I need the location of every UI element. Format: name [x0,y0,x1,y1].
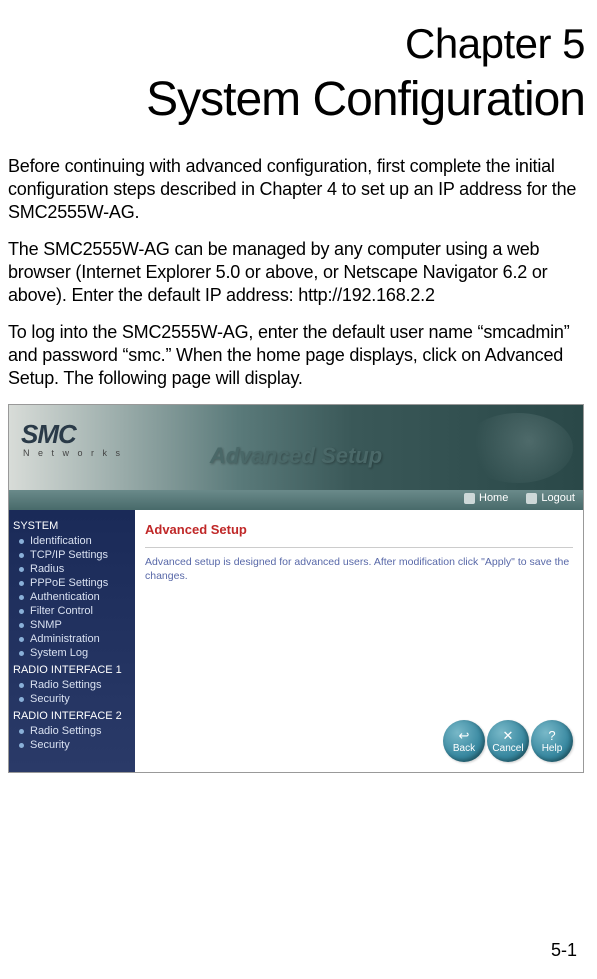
sidebar-item-label: Radio Settings [30,679,102,691]
smc-logo: SMC N e t w o r k s [21,419,123,458]
sidebar-item-ri2-security[interactable]: Security [9,738,135,752]
cancel-button[interactable]: ✕ Cancel [487,720,529,762]
sidebar-item-filter[interactable]: Filter Control [9,604,135,618]
sidebar-item-admin[interactable]: Administration [9,632,135,646]
back-button[interactable]: ↩ Back [443,720,485,762]
cancel-label: Cancel [492,743,523,754]
sidebar-item-label: Radio Settings [30,725,102,737]
ui-header: SMC N e t w o r k s Advanced Setup [9,405,583,490]
bullet-icon [19,595,24,600]
content-description: Advanced setup is designed for advanced … [145,556,573,583]
content-title: Advanced Setup [145,522,573,537]
sidebar-item-syslog[interactable]: System Log [9,646,135,660]
home-button[interactable]: Home [464,492,508,504]
sidebar-item-label: Security [30,739,70,751]
sidebar-item-ri2-radio[interactable]: Radio Settings [9,724,135,738]
header-title: Advanced Setup [210,443,382,469]
bullet-icon [19,697,24,702]
sidebar-item-pppoe[interactable]: PPPoE Settings [9,576,135,590]
sidebar-item-label: SNMP [30,619,62,631]
help-icon: ? [548,729,555,742]
sidebar: SYSTEM Identification TCP/IP Settings Ra… [9,510,135,772]
bullet-icon [19,609,24,614]
sidebar-item-label: PPPoE Settings [30,577,108,589]
bullet-icon [19,581,24,586]
sidebar-item-label: Authentication [30,591,100,603]
logout-icon [526,493,537,504]
sidebar-item-label: Identification [30,535,92,547]
sidebar-item-label: Administration [30,633,100,645]
action-buttons: ↩ Back ✕ Cancel ? Help [443,720,573,762]
globe-decoration [463,413,573,483]
chapter-label: Chapter 5 [8,20,585,68]
content-divider [145,547,573,548]
sidebar-item-label: TCP/IP Settings [30,549,108,561]
bullet-icon [19,651,24,656]
home-icon [464,493,475,504]
router-screenshot: SMC N e t w o r k s Advanced Setup Home … [8,404,584,773]
sidebar-item-label: Security [30,693,70,705]
logout-label: Logout [541,492,575,504]
back-label: Back [453,743,475,754]
back-icon: ↩ [459,729,470,742]
sidebar-item-label: Filter Control [30,605,93,617]
sidebar-head-ri1: RADIO INTERFACE 1 [9,660,135,678]
sidebar-item-tcpip[interactable]: TCP/IP Settings [9,548,135,562]
bullet-icon [19,683,24,688]
chapter-title: System Configuration [8,72,585,127]
sidebar-item-label: System Log [30,647,88,659]
intro-paragraph-2: The SMC2555W-AG can be managed by any co… [8,238,585,307]
sidebar-item-ri1-radio[interactable]: Radio Settings [9,678,135,692]
logout-button[interactable]: Logout [526,492,575,504]
cancel-icon: ✕ [503,729,514,742]
bullet-icon [19,729,24,734]
sidebar-item-auth[interactable]: Authentication [9,590,135,604]
ui-body: SYSTEM Identification TCP/IP Settings Ra… [9,510,583,772]
sidebar-item-identification[interactable]: Identification [9,534,135,548]
bullet-icon [19,743,24,748]
intro-paragraph-3: To log into the SMC2555W-AG, enter the d… [8,321,585,390]
sidebar-head-ri2: RADIO INTERFACE 2 [9,706,135,724]
help-button[interactable]: ? Help [531,720,573,762]
logo-brand: SMC [21,419,123,450]
logo-sub: N e t w o r k s [23,448,123,458]
page-number: 5-1 [551,940,577,961]
intro-paragraph-1: Before continuing with advanced configur… [8,155,585,224]
sidebar-item-label: Radius [30,563,64,575]
home-label: Home [479,492,508,504]
help-label: Help [542,743,563,754]
sidebar-item-ri1-security[interactable]: Security [9,692,135,706]
bullet-icon [19,637,24,642]
bullet-icon [19,539,24,544]
bullet-icon [19,553,24,558]
bullet-icon [19,623,24,628]
content-pane: Advanced Setup Advanced setup is designe… [135,510,583,772]
sidebar-head-system: SYSTEM [9,516,135,534]
tab-bar: Home Logout [9,490,583,510]
sidebar-item-snmp[interactable]: SNMP [9,618,135,632]
bullet-icon [19,567,24,572]
sidebar-item-radius[interactable]: Radius [9,562,135,576]
